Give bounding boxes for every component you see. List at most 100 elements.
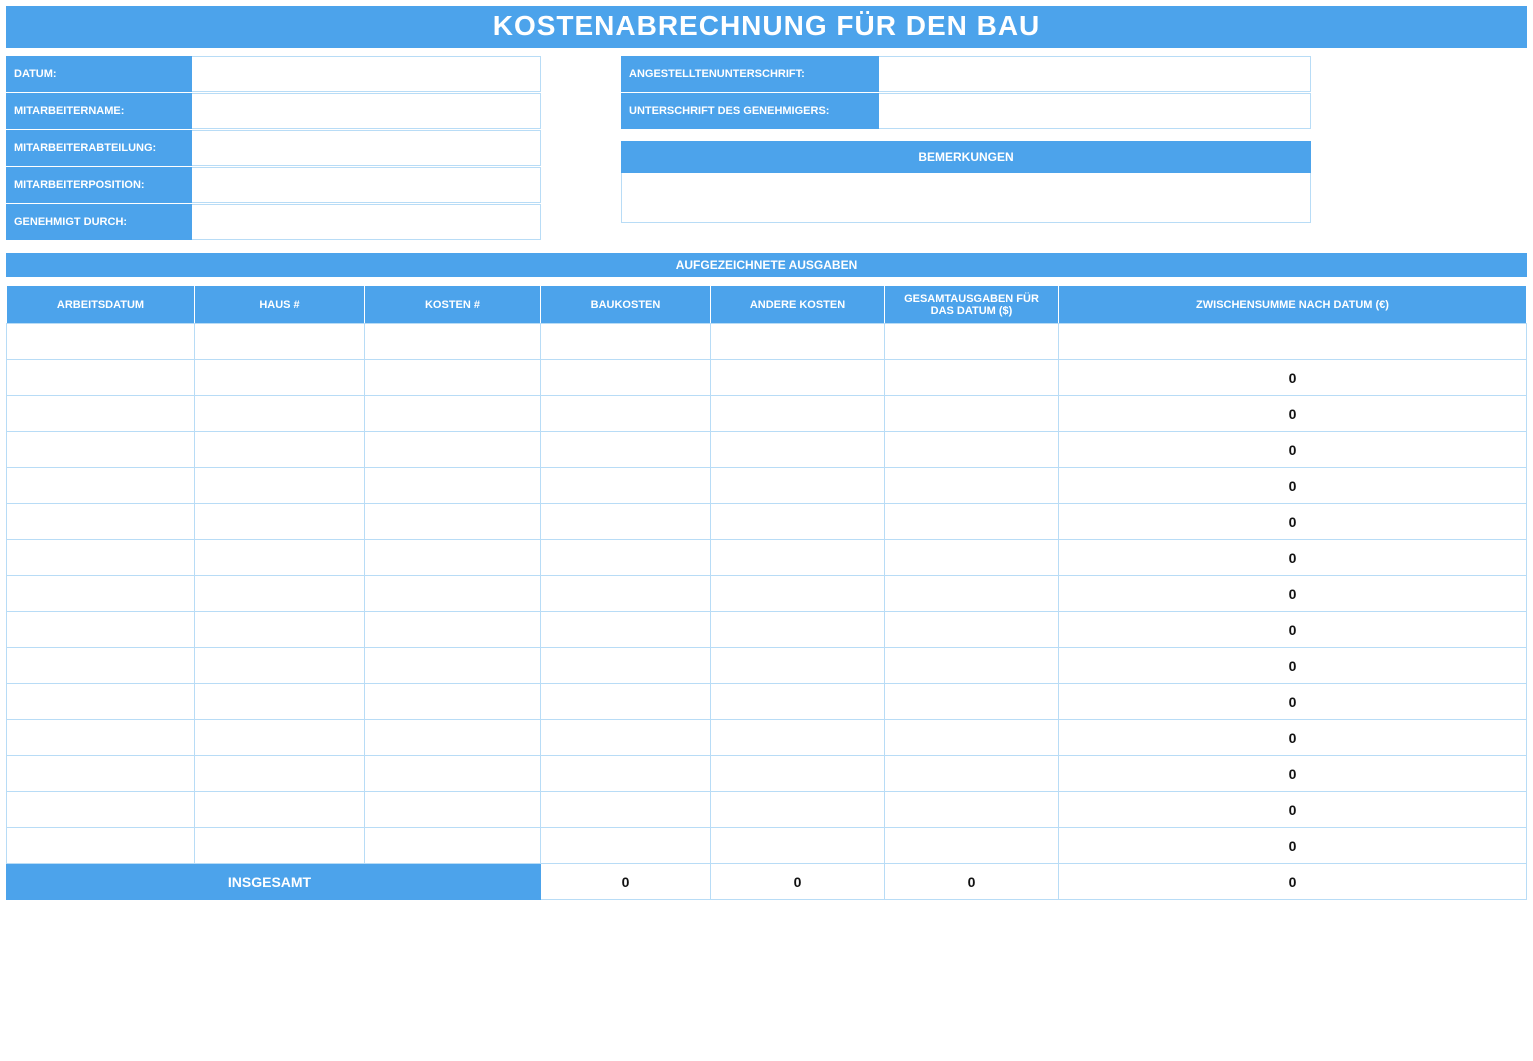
value-employee-position[interactable] bbox=[192, 167, 541, 203]
cell-house[interactable] bbox=[195, 720, 365, 756]
cell-date[interactable] bbox=[7, 432, 195, 468]
value-approved-by[interactable] bbox=[192, 204, 541, 240]
value-employee-name[interactable] bbox=[192, 93, 541, 129]
cell-bau[interactable] bbox=[541, 432, 711, 468]
cell-bau[interactable] bbox=[541, 720, 711, 756]
cell-sub[interactable]: 0 bbox=[1059, 396, 1527, 432]
cell-bau[interactable] bbox=[541, 792, 711, 828]
cell-cost[interactable] bbox=[365, 720, 541, 756]
cell-other[interactable] bbox=[711, 828, 885, 864]
cell-bau[interactable] bbox=[541, 828, 711, 864]
cell-cost[interactable] bbox=[365, 360, 541, 396]
cell-date[interactable] bbox=[7, 720, 195, 756]
cell-sub[interactable]: 0 bbox=[1059, 540, 1527, 576]
cell-bau[interactable] bbox=[541, 396, 711, 432]
cell-house[interactable] bbox=[195, 504, 365, 540]
cell-date[interactable] bbox=[7, 324, 195, 360]
cell-other[interactable] bbox=[711, 684, 885, 720]
cell-cost[interactable] bbox=[365, 324, 541, 360]
cell-cost[interactable] bbox=[365, 648, 541, 684]
cell-house[interactable] bbox=[195, 684, 365, 720]
cell-house[interactable] bbox=[195, 792, 365, 828]
cell-other[interactable] bbox=[711, 612, 885, 648]
cell-sub[interactable]: 0 bbox=[1059, 504, 1527, 540]
cell-other[interactable] bbox=[711, 504, 885, 540]
cell-house[interactable] bbox=[195, 324, 365, 360]
cell-bau[interactable] bbox=[541, 540, 711, 576]
cell-sub[interactable]: 0 bbox=[1059, 612, 1527, 648]
cell-date[interactable] bbox=[7, 684, 195, 720]
cell-total[interactable] bbox=[885, 828, 1059, 864]
cell-total[interactable] bbox=[885, 504, 1059, 540]
cell-date[interactable] bbox=[7, 792, 195, 828]
cell-total[interactable] bbox=[885, 540, 1059, 576]
cell-other[interactable] bbox=[711, 396, 885, 432]
cell-date[interactable] bbox=[7, 468, 195, 504]
cell-cost[interactable] bbox=[365, 828, 541, 864]
cell-other[interactable] bbox=[711, 576, 885, 612]
cell-cost[interactable] bbox=[365, 612, 541, 648]
cell-house[interactable] bbox=[195, 756, 365, 792]
cell-date[interactable] bbox=[7, 828, 195, 864]
cell-other[interactable] bbox=[711, 324, 885, 360]
value-employee-dept[interactable] bbox=[192, 130, 541, 166]
value-date[interactable] bbox=[192, 56, 541, 92]
cell-total[interactable] bbox=[885, 576, 1059, 612]
cell-house[interactable] bbox=[195, 540, 365, 576]
cell-total[interactable] bbox=[885, 432, 1059, 468]
cell-sub[interactable]: 0 bbox=[1059, 576, 1527, 612]
cell-cost[interactable] bbox=[365, 756, 541, 792]
cell-bau[interactable] bbox=[541, 468, 711, 504]
cell-date[interactable] bbox=[7, 540, 195, 576]
cell-house[interactable] bbox=[195, 612, 365, 648]
cell-bau[interactable] bbox=[541, 360, 711, 396]
cell-cost[interactable] bbox=[365, 684, 541, 720]
cell-other[interactable] bbox=[711, 468, 885, 504]
cell-house[interactable] bbox=[195, 432, 365, 468]
cell-other[interactable] bbox=[711, 648, 885, 684]
cell-house[interactable] bbox=[195, 468, 365, 504]
cell-total[interactable] bbox=[885, 684, 1059, 720]
cell-total[interactable] bbox=[885, 720, 1059, 756]
cell-bau[interactable] bbox=[541, 612, 711, 648]
cell-bau[interactable] bbox=[541, 684, 711, 720]
cell-cost[interactable] bbox=[365, 396, 541, 432]
cell-total[interactable] bbox=[885, 324, 1059, 360]
cell-cost[interactable] bbox=[365, 576, 541, 612]
cell-sub[interactable]: 0 bbox=[1059, 828, 1527, 864]
cell-bau[interactable] bbox=[541, 756, 711, 792]
cell-bau[interactable] bbox=[541, 648, 711, 684]
cell-sub[interactable]: 0 bbox=[1059, 360, 1527, 396]
cell-sub[interactable]: 0 bbox=[1059, 720, 1527, 756]
cell-sub[interactable]: 0 bbox=[1059, 792, 1527, 828]
cell-bau[interactable] bbox=[541, 576, 711, 612]
cell-other[interactable] bbox=[711, 432, 885, 468]
cell-house[interactable] bbox=[195, 828, 365, 864]
cell-other[interactable] bbox=[711, 792, 885, 828]
cell-cost[interactable] bbox=[365, 504, 541, 540]
cell-cost[interactable] bbox=[365, 468, 541, 504]
cell-total[interactable] bbox=[885, 648, 1059, 684]
value-approver-signature[interactable] bbox=[879, 93, 1311, 129]
cell-other[interactable] bbox=[711, 540, 885, 576]
cell-date[interactable] bbox=[7, 756, 195, 792]
cell-total[interactable] bbox=[885, 792, 1059, 828]
cell-date[interactable] bbox=[7, 648, 195, 684]
cell-house[interactable] bbox=[195, 648, 365, 684]
cell-other[interactable] bbox=[711, 756, 885, 792]
cell-total[interactable] bbox=[885, 756, 1059, 792]
cell-date[interactable] bbox=[7, 612, 195, 648]
cell-date[interactable] bbox=[7, 360, 195, 396]
cell-other[interactable] bbox=[711, 720, 885, 756]
cell-sub[interactable]: 0 bbox=[1059, 756, 1527, 792]
cell-date[interactable] bbox=[7, 396, 195, 432]
cell-sub[interactable]: 0 bbox=[1059, 684, 1527, 720]
cell-total[interactable] bbox=[885, 396, 1059, 432]
cell-cost[interactable] bbox=[365, 540, 541, 576]
cell-house[interactable] bbox=[195, 576, 365, 612]
cell-total[interactable] bbox=[885, 612, 1059, 648]
cell-date[interactable] bbox=[7, 504, 195, 540]
cell-cost[interactable] bbox=[365, 432, 541, 468]
remarks-body[interactable] bbox=[621, 173, 1311, 223]
cell-sub[interactable]: 0 bbox=[1059, 468, 1527, 504]
